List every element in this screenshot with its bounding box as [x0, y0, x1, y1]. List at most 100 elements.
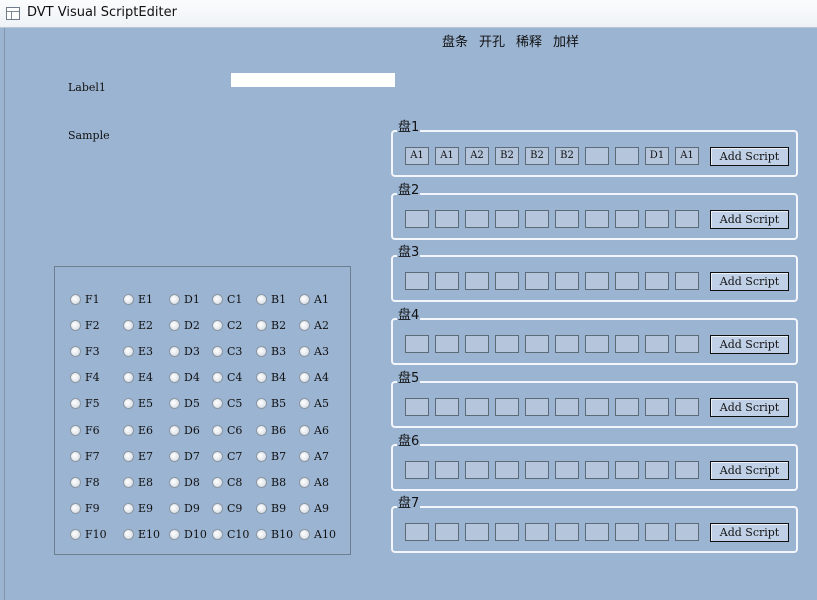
add-script-button[interactable]: Add Script: [710, 210, 789, 229]
plate-slot[interactable]: [675, 272, 699, 290]
plate-slot[interactable]: [465, 523, 489, 541]
plate-slot[interactable]: [555, 398, 579, 416]
plate-slot[interactable]: [495, 335, 519, 353]
radio-label: A4: [314, 371, 329, 384]
plate-slot[interactable]: [615, 272, 639, 290]
plate-slot[interactable]: [585, 523, 609, 541]
plate-slot[interactable]: [435, 523, 459, 541]
plate-slot[interactable]: [615, 523, 639, 541]
plate-slot[interactable]: [555, 272, 579, 290]
plate-slot[interactable]: [525, 461, 549, 479]
plate-slot[interactable]: [405, 523, 429, 541]
radio-label: C3: [227, 345, 243, 358]
plate-slot[interactable]: A1: [435, 147, 459, 165]
menu-item-pantiao[interactable]: 盘条: [442, 35, 468, 50]
plate-slot[interactable]: [615, 210, 639, 228]
plate-slot[interactable]: [465, 398, 489, 416]
radio-circle-icon: [123, 425, 134, 436]
plate-slot[interactable]: [435, 461, 459, 479]
plate-slot[interactable]: [465, 210, 489, 228]
plate-slot[interactable]: [405, 335, 429, 353]
plate-slot[interactable]: [585, 272, 609, 290]
add-script-button[interactable]: Add Script: [710, 523, 789, 542]
plate-slot[interactable]: [525, 272, 549, 290]
plate-slot[interactable]: [675, 461, 699, 479]
plate-slot[interactable]: [585, 335, 609, 353]
menu-item-xishi[interactable]: 稀释: [516, 35, 542, 50]
plate-slot[interactable]: [645, 461, 669, 479]
radio-circle-icon: [212, 398, 223, 409]
radio-label: C6: [227, 424, 243, 437]
plate-slot[interactable]: [585, 147, 609, 165]
radio-circle-icon: [70, 529, 81, 540]
plate-slot[interactable]: [465, 272, 489, 290]
add-script-button[interactable]: Add Script: [710, 398, 789, 417]
radio-circle-icon: [212, 451, 223, 462]
plate-slot[interactable]: A2: [465, 147, 489, 165]
plate-slot[interactable]: [645, 398, 669, 416]
radio-label: B4: [271, 371, 287, 384]
plate-slot[interactable]: [405, 210, 429, 228]
menu-bar: 盘条 开孔 稀释 加样: [442, 31, 590, 50]
menu-item-kaikong[interactable]: 开孔: [479, 35, 505, 50]
plate-slot[interactable]: [435, 398, 459, 416]
plate-slot[interactable]: [495, 461, 519, 479]
plate-slot[interactable]: [555, 335, 579, 353]
plate-slot[interactable]: [645, 272, 669, 290]
plate-slot[interactable]: B2: [555, 147, 579, 165]
plate-slot[interactable]: [435, 335, 459, 353]
add-script-button[interactable]: Add Script: [710, 461, 789, 480]
plate-slot[interactable]: [495, 210, 519, 228]
plate-slot[interactable]: [675, 210, 699, 228]
plate-slot[interactable]: [585, 210, 609, 228]
radio-circle-icon: [70, 451, 81, 462]
plate-slot[interactable]: [675, 335, 699, 353]
menu-item-jiayang[interactable]: 加样: [553, 35, 579, 50]
plate-slot[interactable]: [405, 461, 429, 479]
plate-slot[interactable]: [405, 272, 429, 290]
plate-slot[interactable]: [585, 461, 609, 479]
plate-slot[interactable]: [465, 335, 489, 353]
plate-slot[interactable]: [525, 335, 549, 353]
plate-slot[interactable]: [435, 272, 459, 290]
plate-slot[interactable]: [615, 147, 639, 165]
plate-slot[interactable]: [615, 461, 639, 479]
plate-slot[interactable]: [525, 210, 549, 228]
plate-slot[interactable]: [675, 523, 699, 541]
plate-slot[interactable]: [615, 398, 639, 416]
plate-slot[interactable]: B2: [495, 147, 519, 165]
add-script-button[interactable]: Add Script: [710, 272, 789, 291]
title-bar: DVT Visual ScriptEditer: [0, 0, 817, 28]
plate-slot[interactable]: [495, 398, 519, 416]
radio-circle-icon: [123, 320, 134, 331]
plate-slot[interactable]: [435, 210, 459, 228]
plate-slot[interactable]: [405, 398, 429, 416]
plate-slot[interactable]: A1: [405, 147, 429, 165]
plate-slot[interactable]: [675, 398, 699, 416]
plate-slot[interactable]: [645, 523, 669, 541]
plate-slot[interactable]: [555, 461, 579, 479]
plate-slot[interactable]: [615, 335, 639, 353]
plate-slot[interactable]: [525, 398, 549, 416]
plate-slot[interactable]: B2: [525, 147, 549, 165]
label1-input[interactable]: [231, 73, 395, 87]
plate-slot[interactable]: [645, 335, 669, 353]
radio-label: F2: [85, 319, 100, 332]
radio-label: A1: [314, 293, 329, 306]
add-script-button[interactable]: Add Script: [710, 147, 789, 166]
radio-circle-icon: [70, 320, 81, 331]
plate-slot[interactable]: D1: [645, 147, 669, 165]
plate-slot[interactable]: [555, 523, 579, 541]
add-script-button[interactable]: Add Script: [710, 335, 789, 354]
plate-slot[interactable]: A1: [675, 147, 699, 165]
plate-slot[interactable]: [645, 210, 669, 228]
radio-circle-icon: [123, 294, 134, 305]
radio-circle-icon: [169, 529, 180, 540]
radio-circle-icon: [123, 529, 134, 540]
plate-slot[interactable]: [585, 398, 609, 416]
plate-slot[interactable]: [525, 523, 549, 541]
plate-slot[interactable]: [495, 523, 519, 541]
plate-slot[interactable]: [465, 461, 489, 479]
plate-slot[interactable]: [495, 272, 519, 290]
plate-slot[interactable]: [555, 210, 579, 228]
